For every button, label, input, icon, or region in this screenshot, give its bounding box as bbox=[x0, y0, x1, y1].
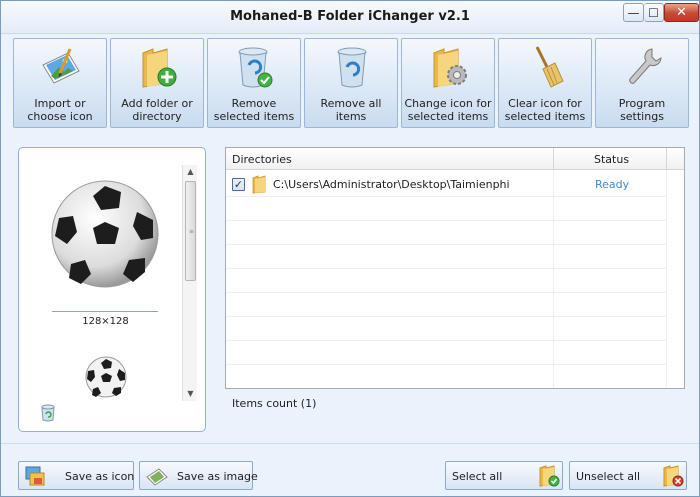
preview-selection-underline bbox=[52, 311, 158, 312]
unselect-all-label: Unselect all bbox=[576, 470, 641, 483]
scroll-down-arrow-icon[interactable]: ▼ bbox=[183, 387, 198, 401]
import-icon-label: Import or choose icon bbox=[27, 97, 93, 123]
row-status: Ready bbox=[595, 178, 630, 191]
folder-gear-icon bbox=[433, 48, 467, 88]
select-all-label: Select all bbox=[452, 470, 503, 483]
close-icon: ✕ bbox=[676, 5, 687, 20]
add-folder-button[interactable]: Add folder or directory bbox=[110, 38, 204, 128]
app-window: Mohaned-B Folder iChanger v2.1 — ☐ ✕ Imp… bbox=[0, 0, 700, 497]
minimize-icon: — bbox=[627, 6, 640, 20]
import-icon-button[interactable]: Import or choose icon bbox=[13, 38, 107, 128]
recycle-bin-check-icon bbox=[238, 47, 273, 88]
items-count: Items count (1) bbox=[232, 397, 317, 410]
icon-preview-list[interactable]: 128×128 ▲ ≡ ▼ bbox=[24, 153, 199, 401]
bottom-divider bbox=[1, 443, 699, 444]
grid-column-line bbox=[666, 170, 667, 388]
remove-all-button[interactable]: Remove all items bbox=[304, 38, 398, 128]
scroll-grip-icon: ≡ bbox=[189, 228, 195, 235]
save-as-image-button[interactable]: Save as image bbox=[139, 461, 258, 490]
folder-remove-icon bbox=[663, 465, 684, 487]
soccer-ball-large-icon bbox=[51, 180, 159, 288]
grid-row-line bbox=[226, 364, 666, 365]
column-separator[interactable] bbox=[553, 148, 554, 170]
broom-icon bbox=[535, 46, 564, 88]
change-icon-label: Change icon for selected items bbox=[404, 97, 492, 123]
save-image-icon bbox=[146, 468, 168, 486]
import-image-icon bbox=[42, 48, 80, 84]
minimize-button[interactable]: — bbox=[623, 3, 644, 22]
save-as-icon-label: Save as icon bbox=[65, 470, 135, 483]
directories-list: Directories Status ✓ C:\Users\Administra… bbox=[225, 147, 685, 389]
window-title: Mohaned-B Folder iChanger v2.1 bbox=[230, 9, 470, 24]
close-button[interactable]: ✕ bbox=[664, 3, 699, 22]
grid-row-line bbox=[226, 220, 666, 221]
program-settings-label: Program settings bbox=[618, 97, 666, 123]
grid-column-line bbox=[553, 170, 554, 388]
recycle-bin-icon bbox=[337, 47, 367, 88]
add-folder-icon bbox=[142, 48, 177, 88]
grid-row-line bbox=[226, 196, 666, 197]
grid-row-line bbox=[226, 340, 666, 341]
preview-scrollbar[interactable]: ▲ ≡ ▼ bbox=[182, 165, 197, 401]
add-folder-label: Add folder or directory bbox=[121, 97, 193, 123]
remove-selected-label: Remove selected items bbox=[213, 97, 295, 123]
column-header-directories[interactable]: Directories bbox=[232, 153, 292, 166]
soccer-ball-small-icon[interactable] bbox=[84, 355, 128, 399]
change-icon-button[interactable]: Change icon for selected items bbox=[401, 38, 495, 128]
maximize-icon: ☐ bbox=[648, 6, 659, 20]
table-row[interactable]: ✓ C:\Users\Administrator\Desktop\Taimien… bbox=[226, 172, 666, 196]
column-header-status[interactable]: Status bbox=[594, 153, 629, 166]
grid-row-line bbox=[226, 268, 666, 269]
wrench-icon bbox=[629, 48, 662, 84]
save-as-icon-button[interactable]: Save as icon bbox=[18, 461, 134, 490]
save-icon-icon bbox=[25, 466, 45, 486]
toolbar: Import or choose icon Add folder or dire… bbox=[13, 38, 690, 128]
list-header: Directories Status bbox=[226, 148, 684, 170]
grid-row-line bbox=[226, 316, 666, 317]
recycle-bin-small-icon[interactable] bbox=[41, 404, 55, 422]
remove-all-label: Remove all items bbox=[320, 97, 382, 123]
folder-check-icon bbox=[539, 465, 560, 487]
grid-row-line bbox=[226, 244, 666, 245]
program-settings-button[interactable]: Program settings bbox=[595, 38, 689, 128]
preview-size-label: 128×128 bbox=[82, 316, 129, 327]
unselect-all-button[interactable]: Unselect all bbox=[569, 461, 687, 490]
scroll-up-arrow-icon[interactable]: ▲ bbox=[183, 165, 198, 179]
select-all-button[interactable]: Select all bbox=[445, 461, 563, 490]
save-as-image-label: Save as image bbox=[177, 470, 258, 483]
clear-icon-label: Clear icon for selected items bbox=[504, 97, 586, 123]
grid-row-line bbox=[226, 292, 666, 293]
column-separator[interactable] bbox=[666, 148, 667, 170]
icon-preview-panel: 128×128 ▲ ≡ ▼ bbox=[18, 147, 206, 432]
scroll-thumb[interactable]: ≡ bbox=[185, 181, 196, 281]
title-bar: Mohaned-B Folder iChanger v2.1 — ☐ ✕ bbox=[1, 1, 699, 34]
folder-icon bbox=[252, 175, 266, 194]
remove-selected-button[interactable]: Remove selected items bbox=[207, 38, 301, 128]
row-directory-path: C:\Users\Administrator\Desktop\Taimienph… bbox=[273, 178, 510, 191]
maximize-button[interactable]: ☐ bbox=[644, 3, 664, 22]
row-checkbox[interactable]: ✓ bbox=[232, 178, 245, 191]
clear-icon-button[interactable]: Clear icon for selected items bbox=[498, 38, 592, 128]
